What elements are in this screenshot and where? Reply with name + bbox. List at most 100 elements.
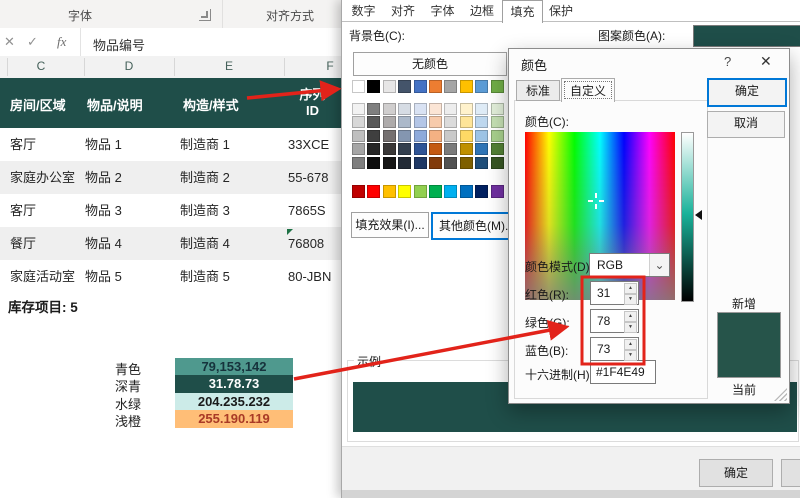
palette-swatch[interactable] (414, 143, 427, 155)
table-row[interactable]: 客厅物品 3制造商 37865S (0, 194, 341, 227)
legend-color-cell[interactable]: 79,153,142 (175, 358, 293, 375)
channel-input[interactable]: 73▲▼ (590, 337, 639, 361)
palette-swatch[interactable] (429, 143, 442, 155)
colors-tab-custom[interactable]: 自定义 (561, 78, 615, 102)
help-icon[interactable]: ? (724, 54, 731, 69)
palette-swatch[interactable] (352, 185, 365, 198)
table-row[interactable]: 餐厅物品 4制造商 476808 (0, 227, 341, 260)
palette-swatch[interactable] (352, 80, 365, 93)
palette-swatch[interactable] (429, 116, 442, 128)
legend-color-cell[interactable]: 204.235.232 (175, 393, 293, 410)
table-row[interactable]: 客厅物品 1制造商 133XCE (0, 128, 341, 161)
format-cells-tab-1[interactable]: 对齐 (384, 2, 423, 21)
luminance-bar[interactable] (681, 132, 694, 302)
palette-swatch[interactable] (414, 157, 427, 169)
palette-swatch[interactable] (367, 80, 380, 93)
cancel-icon[interactable]: ✕ (4, 34, 15, 50)
palette-swatch[interactable] (491, 80, 504, 93)
palette-swatch[interactable] (367, 143, 380, 155)
palette-swatch[interactable] (414, 130, 427, 142)
legend-color-cell[interactable]: 31.78.73 (175, 375, 293, 392)
palette-swatch[interactable] (491, 116, 504, 128)
palette-swatch[interactable] (460, 143, 473, 155)
palette-swatch[interactable] (414, 185, 427, 198)
column-header-F[interactable]: F (326, 59, 333, 73)
palette-swatch[interactable] (398, 157, 411, 169)
channel-spinner[interactable]: ▲▼ (624, 339, 637, 359)
header-cell-serial[interactable]: 序列 ID (284, 87, 341, 119)
spin-up-icon[interactable]: ▲ (624, 311, 637, 322)
colors-tab-standard[interactable]: 标准 (516, 80, 560, 101)
palette-swatch[interactable] (383, 157, 396, 169)
table-cell[interactable]: 33XCE (288, 128, 329, 161)
palette-swatch[interactable] (367, 103, 380, 115)
header-cell[interactable]: 房间/区域 (10, 95, 66, 114)
palette-swatch[interactable] (460, 185, 473, 198)
table-row[interactable]: 家庭办公室物品 2制造商 255-678 (0, 161, 341, 194)
colors-cancel-button[interactable]: 取消 (707, 111, 785, 138)
palette-swatch[interactable] (414, 80, 427, 93)
palette-swatch[interactable] (491, 143, 504, 155)
cancel-button[interactable]: 取消 (781, 459, 800, 487)
palette-swatch[interactable] (444, 185, 457, 198)
palette-swatch[interactable] (383, 185, 396, 198)
palette-swatch[interactable] (491, 157, 504, 169)
channel-input[interactable]: 31▲▼ (590, 281, 639, 305)
table-cell[interactable]: 物品 4 (85, 227, 122, 260)
header-cell[interactable]: 物品/说明 (87, 95, 143, 114)
table-cell[interactable]: 55-678 (288, 161, 328, 194)
palette-swatch[interactable] (398, 130, 411, 142)
palette-swatch[interactable] (475, 143, 488, 155)
format-cells-tab-3[interactable]: 边框 (463, 2, 502, 21)
hex-input[interactable]: #1F4E49 (590, 360, 656, 384)
palette-swatch[interactable] (429, 130, 442, 142)
palette-swatch[interactable] (460, 157, 473, 169)
palette-swatch[interactable] (383, 116, 396, 128)
palette-swatch[interactable] (367, 116, 380, 128)
insert-function-icon[interactable]: fx (57, 34, 66, 50)
palette-swatch[interactable] (398, 143, 411, 155)
spin-down-icon[interactable]: ▼ (624, 350, 637, 361)
palette-swatch[interactable] (352, 157, 365, 169)
palette-swatch[interactable] (491, 103, 504, 115)
palette-swatch[interactable] (444, 157, 457, 169)
dialog-launcher-icon[interactable] (199, 9, 211, 21)
table-cell[interactable]: 物品 3 (85, 194, 122, 227)
no-color-button[interactable]: 无颜色 (353, 52, 507, 76)
table-cell[interactable]: 80-JBN (288, 260, 331, 293)
legend-color-cell[interactable]: 255.190.119 (175, 410, 293, 427)
channel-spinner[interactable]: ▲▼ (624, 311, 637, 331)
palette-swatch[interactable] (460, 116, 473, 128)
pattern-color-dropdown[interactable] (693, 25, 800, 47)
fill-effects-button[interactable]: 填充效果(I)... (351, 212, 429, 238)
palette-swatch[interactable] (352, 103, 365, 115)
palette-swatch[interactable] (429, 157, 442, 169)
resize-grip[interactable] (774, 388, 787, 401)
palette-swatch[interactable] (475, 80, 488, 93)
palette-swatch[interactable] (429, 80, 442, 93)
palette-swatch[interactable] (414, 116, 427, 128)
close-icon[interactable]: ✕ (760, 53, 772, 70)
table-cell[interactable]: 7865S (288, 194, 326, 227)
palette-swatch[interactable] (367, 130, 380, 142)
table-cell[interactable]: 制造商 2 (180, 161, 230, 194)
spin-up-icon[interactable]: ▲ (624, 339, 637, 350)
spin-up-icon[interactable]: ▲ (624, 283, 637, 294)
palette-swatch[interactable] (444, 80, 457, 93)
table-row[interactable]: 家庭活动室物品 5制造商 580-JBN (0, 260, 341, 293)
palette-swatch[interactable] (491, 185, 504, 198)
table-cell[interactable]: 制造商 5 (180, 260, 230, 293)
ok-button[interactable]: 确定 (699, 459, 773, 487)
palette-swatch[interactable] (475, 130, 488, 142)
table-cell[interactable]: 制造商 4 (180, 227, 230, 260)
palette-swatch[interactable] (475, 116, 488, 128)
column-header-E[interactable]: E (225, 59, 233, 73)
table-cell[interactable]: 制造商 3 (180, 194, 230, 227)
palette-swatch[interactable] (352, 130, 365, 142)
column-header-C[interactable]: C (37, 59, 46, 73)
palette-swatch[interactable] (352, 143, 365, 155)
palette-swatch[interactable] (398, 80, 411, 93)
colors-ok-button[interactable]: 确定 (707, 78, 787, 107)
confirm-icon[interactable]: ✓ (27, 34, 38, 50)
format-cells-tab-0[interactable]: 数字 (344, 2, 383, 21)
